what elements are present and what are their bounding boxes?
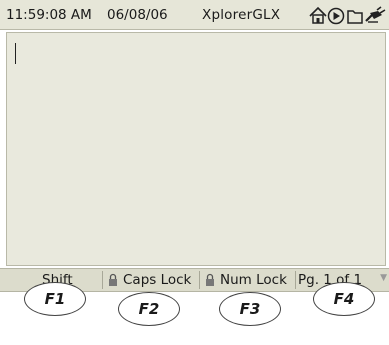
text-editor[interactable]: [6, 32, 386, 266]
folder-icon[interactable]: [347, 10, 363, 24]
caps-lock-label: Caps Lock: [123, 272, 192, 288]
play-icon[interactable]: [327, 7, 345, 25]
lock-icon: [206, 273, 214, 286]
home-icon[interactable]: [309, 6, 327, 24]
power-plug-icon: [365, 6, 386, 23]
num-lock-indicator[interactable]: Num Lock: [205, 269, 287, 291]
scroll-down-icon[interactable]: ▼: [380, 273, 387, 283]
divider: [295, 271, 296, 289]
xplorer-glx-screen: 11:59:08 AM 06/08/06 XplorerGLX Shift Ca…: [0, 0, 389, 345]
caps-lock-indicator[interactable]: Caps Lock: [108, 269, 191, 291]
divider: [102, 271, 103, 289]
lock-icon: [109, 273, 117, 286]
f4-key[interactable]: F4: [313, 282, 375, 316]
status-icons: [308, 5, 388, 27]
status-date: 06/08/06: [107, 7, 168, 23]
f1-key[interactable]: F1: [24, 282, 86, 316]
divider: [199, 271, 200, 289]
text-caret: [15, 43, 16, 64]
app-title: XplorerGLX: [202, 7, 281, 23]
f3-key[interactable]: F3: [219, 292, 281, 326]
status-bar: 11:59:08 AM 06/08/06 XplorerGLX: [0, 0, 389, 30]
num-lock-label: Num Lock: [220, 272, 287, 288]
status-time: 11:59:08 AM: [6, 7, 92, 23]
f2-key[interactable]: F2: [118, 292, 180, 326]
